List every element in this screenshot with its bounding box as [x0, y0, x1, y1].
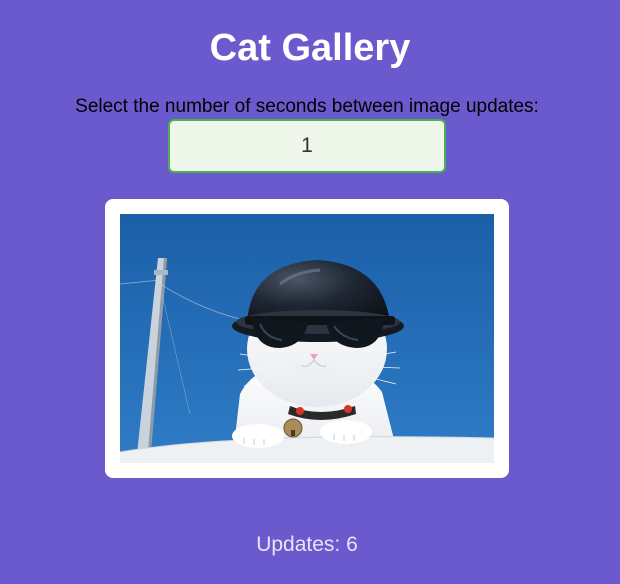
cat-image	[120, 214, 494, 463]
page-title: Cat Gallery	[209, 27, 411, 69]
image-frame	[105, 199, 509, 478]
updates-counter: Updates: 6	[0, 533, 614, 557]
updates-count: 6	[346, 533, 358, 556]
interval-prompt: Select the number of seconds between ima…	[75, 96, 539, 117]
seconds-input[interactable]	[168, 119, 446, 173]
updates-label: Updates:	[256, 533, 341, 556]
